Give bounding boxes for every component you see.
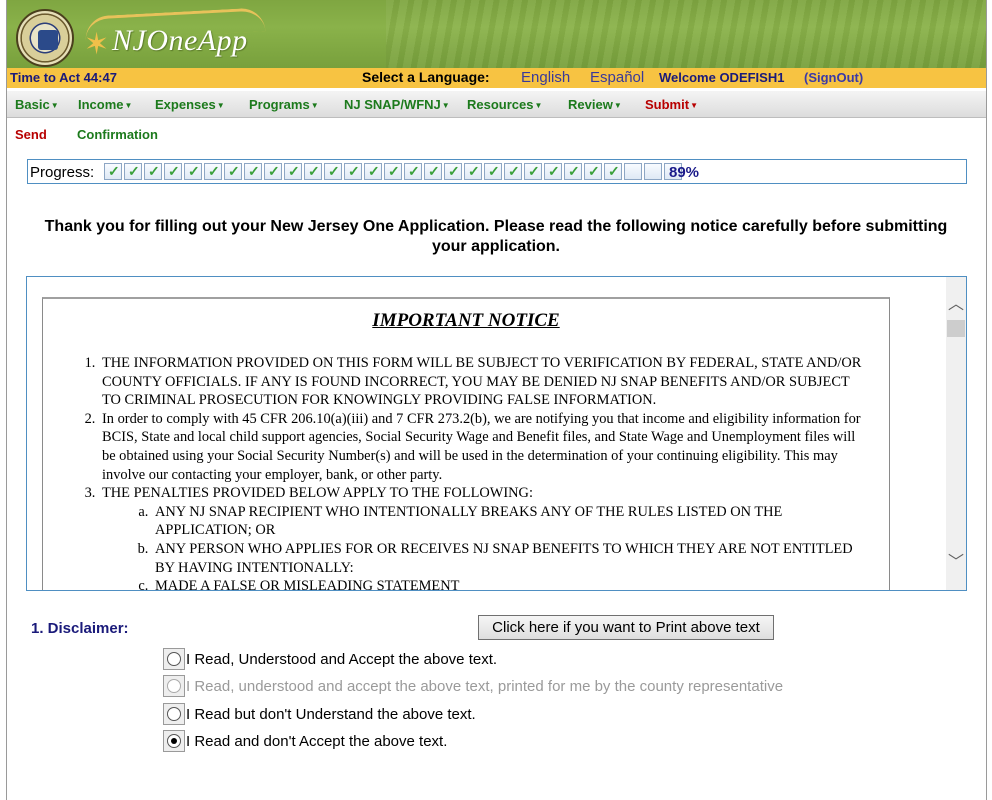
radio-button-selected[interactable] — [167, 734, 181, 748]
progress-bar: Progress: 89% — [27, 159, 967, 184]
progress-percent: 89% — [669, 164, 700, 181]
nav-basic[interactable]: Basic▼ — [15, 97, 59, 112]
nav-submit[interactable]: Submit▼ — [645, 97, 698, 112]
session-timer: Time to Act 44:47 — [10, 70, 117, 85]
header-banner: ✶ NJOneApp — [7, 0, 986, 68]
progress-step-complete-icon — [484, 163, 502, 180]
notice-item: In order to comply with 45 CFR 206.10(a)… — [99, 410, 871, 484]
progress-step-complete-icon — [604, 163, 622, 180]
progress-step-complete-icon — [204, 163, 222, 180]
radio-not-accept[interactable]: I Read and don't Accept the above text. — [163, 730, 447, 752]
progress-step-complete-icon — [444, 163, 462, 180]
nav-nj-snap-wfnj[interactable]: NJ SNAP/WFNJ▼ — [344, 97, 450, 112]
progress-step-complete-icon — [424, 163, 442, 180]
radio-not-understand[interactable]: I Read but don't Understand the above te… — [163, 703, 476, 725]
notice-frame[interactable]: IMPORTANT NOTICE THE INFORMATION PROVIDE… — [26, 276, 967, 591]
status-bar: Time to Act 44:47 Select a Language: Eng… — [7, 68, 986, 88]
progress-step-complete-icon — [104, 163, 122, 180]
radio-accept-label: I Read, Understood and Accept the above … — [186, 650, 498, 668]
progress-step-complete-icon — [184, 163, 202, 180]
language-label: Select a Language: — [362, 69, 490, 85]
scroll-down-chevron-icon[interactable]: ﹀ — [948, 555, 964, 571]
intro-text: Thank you for filling out your New Jerse… — [44, 218, 948, 255]
notice-item: THE PENALTIES PROVIDED BELOW APPLY TO TH… — [99, 484, 871, 590]
caret-down-icon: ▼ — [50, 101, 59, 110]
progress-step-complete-icon — [224, 163, 242, 180]
progress-step-complete-icon — [284, 163, 302, 180]
caret-down-icon: ▼ — [690, 101, 698, 110]
progress-step-complete-icon — [344, 163, 362, 180]
nav-review[interactable]: Review▼ — [568, 97, 622, 112]
language-link-english[interactable]: English — [521, 69, 570, 86]
disclaimer-label: 1. Disclaimer: — [31, 620, 129, 637]
progress-step-complete-icon — [584, 163, 602, 180]
progress-step-pending-icon — [624, 163, 642, 180]
progress-step-complete-icon — [564, 163, 582, 180]
radio-button[interactable] — [167, 707, 181, 721]
radio-button — [167, 679, 181, 693]
notice-item: THE INFORMATION PROVIDED ON THIS FORM WI… — [99, 354, 871, 410]
notice-subitem: MADE A FALSE OR MISLEADING STATEMENT — [152, 577, 871, 590]
nav-programs[interactable]: Programs▼ — [249, 97, 319, 112]
progress-step-pending-icon — [644, 163, 662, 180]
radio-not-accept-label: I Read and don't Accept the above text. — [186, 732, 448, 750]
app-brand-logo: NJOneApp — [112, 24, 248, 57]
progress-step-complete-icon — [384, 163, 402, 180]
radio-accept-county-printed: I Read, understood and accept the above … — [163, 675, 783, 697]
progress-step-complete-icon — [264, 163, 282, 180]
nav-resources[interactable]: Resources▼ — [467, 97, 542, 112]
nav-income[interactable]: Income▼ — [78, 97, 132, 112]
progress-step-complete-icon — [304, 163, 322, 180]
progress-step-complete-icon — [404, 163, 422, 180]
scroll-thumb[interactable] — [947, 320, 965, 337]
notice-document: IMPORTANT NOTICE THE INFORMATION PROVIDE… — [42, 297, 890, 590]
progress-label: Progress: — [30, 164, 95, 181]
progress-step-complete-icon — [144, 163, 162, 180]
radio-county-label: I Read, understood and accept the above … — [186, 677, 784, 695]
nj-state-seal-logo — [16, 9, 74, 67]
nav-expenses[interactable]: Expenses▼ — [155, 97, 225, 112]
progress-step-complete-icon — [544, 163, 562, 180]
main-nav: Basic▼ Income▼ Expenses▼ Programs▼ NJ SN… — [7, 91, 986, 118]
welcome-user: Welcome ODEFISH1 — [659, 70, 785, 85]
star-icon: ✶ — [84, 28, 110, 61]
language-link-espanol[interactable]: Español — [590, 69, 644, 86]
caret-down-icon: ▼ — [124, 101, 133, 110]
radio-button[interactable] — [167, 652, 181, 666]
progress-steps — [104, 163, 682, 180]
progress-step-complete-icon — [524, 163, 542, 180]
progress-step-complete-icon — [364, 163, 382, 180]
progress-step-complete-icon — [324, 163, 342, 180]
radio-county-box — [163, 675, 185, 697]
notice-subitem: ANY NJ SNAP RECIPIENT WHO INTENTIONALLY … — [152, 503, 871, 540]
scroll-up-chevron-icon[interactable]: ︿ — [948, 297, 964, 313]
notice-body: THE INFORMATION PROVIDED ON THIS FORM WI… — [71, 354, 871, 590]
notice-subitem: ANY PERSON WHO APPLIES FOR OR RECEIVES N… — [152, 540, 871, 577]
radio-not-accept-box[interactable] — [163, 730, 185, 752]
caret-down-icon: ▼ — [441, 101, 450, 110]
progress-step-complete-icon — [124, 163, 142, 180]
notice-title: IMPORTANT NOTICE — [372, 310, 560, 331]
progress-step-complete-icon — [244, 163, 262, 180]
subnav-send[interactable]: Send — [15, 127, 47, 142]
banner-texture — [386, 0, 986, 68]
caret-down-icon: ▼ — [310, 101, 319, 110]
progress-step-complete-icon — [464, 163, 482, 180]
radio-not-understand-label: I Read but don't Understand the above te… — [186, 705, 476, 723]
subnav-confirmation[interactable]: Confirmation — [77, 127, 158, 142]
caret-down-icon: ▼ — [534, 101, 543, 110]
notice-scrollbar[interactable]: ︿ ﹀ — [946, 277, 966, 590]
radio-accept-box[interactable] — [163, 648, 185, 670]
caret-down-icon: ▼ — [613, 101, 622, 110]
print-text-button[interactable]: Click here if you want to Print above te… — [478, 615, 774, 640]
signout-link[interactable]: (SignOut) — [804, 70, 863, 85]
progress-step-complete-icon — [164, 163, 182, 180]
progress-step-complete-icon — [504, 163, 522, 180]
caret-down-icon: ▼ — [216, 101, 225, 110]
radio-accept[interactable]: I Read, Understood and Accept the above … — [163, 648, 497, 670]
radio-not-understand-box[interactable] — [163, 703, 185, 725]
